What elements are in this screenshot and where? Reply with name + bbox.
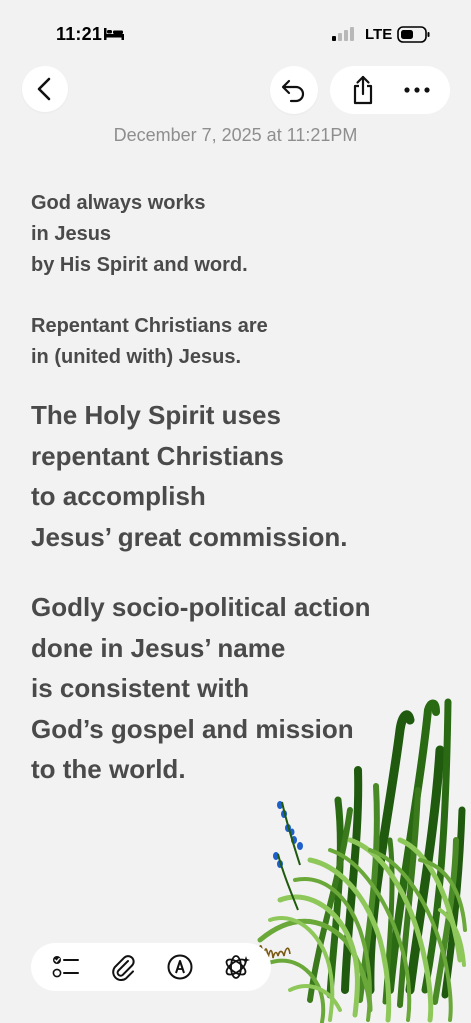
network-type: LTE: [365, 26, 393, 43]
battery-icon: [397, 26, 430, 43]
ai-button[interactable]: [217, 947, 257, 987]
checklist-button[interactable]: [46, 947, 86, 987]
undo-button[interactable]: [270, 66, 318, 114]
ai-sparkle-icon: [225, 955, 250, 979]
cellular-signal-icon: [332, 27, 354, 41]
share-button[interactable]: [339, 66, 387, 114]
bed-icon: [104, 28, 124, 40]
paperclip-icon: [111, 955, 135, 981]
grass-sketch-drawing[interactable]: [250, 690, 471, 1023]
more-icon: [404, 87, 430, 93]
more-button[interactable]: [393, 66, 441, 114]
notes-screen: 11:21 LTE December 7, 2025 at 11:21PM Go…: [0, 0, 471, 1023]
bottom-toolbar: [31, 943, 271, 991]
note-paragraph: God always works in Jesus by His Spirit …: [31, 192, 248, 276]
markup-button[interactable]: [160, 947, 200, 987]
note-actions-group: [330, 66, 450, 114]
attachment-button[interactable]: [103, 947, 143, 987]
chevron-left-icon: [37, 77, 51, 101]
note-paragraph: Repentant Christians are in (united with…: [31, 315, 268, 368]
back-button[interactable]: [22, 66, 68, 112]
share-icon: [353, 75, 373, 105]
undo-icon: [281, 79, 305, 103]
status-bar: 11:21 LTE: [0, 0, 471, 62]
status-time: 11:21: [56, 24, 103, 44]
note-paragraph: The Holy Spirit uses repentant Christian…: [31, 400, 348, 552]
checklist-icon: [52, 956, 79, 978]
markup-pen-icon: [167, 954, 192, 980]
note-date: December 7, 2025 at 11:21PM: [113, 125, 358, 145]
